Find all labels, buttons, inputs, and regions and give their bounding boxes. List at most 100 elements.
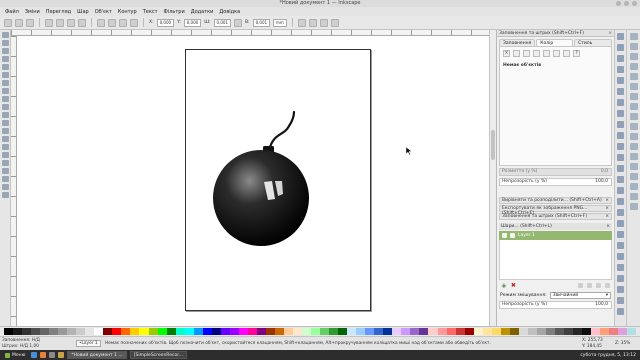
color-swatch[interactable] [527,328,537,335]
tab-stroke-paint[interactable]: Колір штриха [536,39,574,51]
fill-stroke-indicator[interactable]: Заповнення: Н/Д Штрих: Н/Д 1,00 [2,338,40,350]
select-all-layers-icon[interactable] [15,18,23,27]
color-swatch[interactable] [618,328,628,335]
save-icon[interactable] [617,55,624,62]
box3d-tool-icon[interactable] [1,80,9,86]
move-patterns-icon[interactable] [330,18,339,27]
text-tool-icon[interactable] [1,136,9,142]
layer-to-top-icon[interactable] [578,283,583,288]
color-swatch[interactable] [148,328,158,335]
align-dialog-icon[interactable] [617,286,624,293]
snap-bbox-center-icon[interactable] [629,83,638,90]
color-swatch[interactable] [13,328,23,335]
zoom-indicator[interactable]: Z: 35% [615,341,630,346]
color-swatch[interactable] [473,328,483,335]
color-swatch[interactable] [491,328,501,335]
node-tool-icon[interactable] [1,40,9,46]
snap-toggle-icon[interactable] [629,33,638,40]
lock-icon[interactable] [510,233,515,238]
star-tool-icon[interactable] [1,96,9,102]
print-icon[interactable] [617,66,624,73]
calligraphy-tool-icon[interactable] [1,128,9,134]
color-swatch[interactable] [311,328,321,335]
swatch-icon[interactable] [563,50,570,57]
zoom-tool-icon[interactable] [1,56,9,62]
color-swatch[interactable] [437,328,447,335]
x-field[interactable]: 0,000 [156,18,175,27]
start-menu-button[interactable]: Меню [2,352,28,358]
color-swatch[interactable] [4,328,14,335]
color-swatch[interactable] [347,328,357,335]
color-swatch[interactable] [500,328,510,335]
rotate-cw-icon[interactable] [56,18,64,27]
color-swatch[interactable] [609,328,619,335]
color-swatch[interactable] [58,328,68,335]
color-swatch[interactable] [166,328,176,335]
color-swatch[interactable] [247,328,257,335]
undo-icon[interactable] [617,99,624,106]
pencil-tool-icon[interactable] [1,112,9,118]
color-swatch[interactable] [293,328,303,335]
color-swatch[interactable] [220,328,230,335]
select-all-icon[interactable] [4,18,12,27]
fill-stroke-collapsed-panel[interactable]: Заповнення та штрих (Shift+Ctrl+F) × [499,213,612,220]
connector-tool-icon[interactable] [1,192,9,198]
color-swatch[interactable] [211,328,221,335]
group-icon[interactable] [617,220,624,227]
color-swatch[interactable] [356,328,366,335]
export-png-panel[interactable]: Експортувати як зображення PNG... (Shift… [499,205,612,216]
color-swatch[interactable] [419,328,429,335]
selector-tool-icon[interactable] [1,32,9,38]
bucket-tool-icon[interactable] [1,160,9,166]
color-swatch[interactable] [85,328,95,335]
unit-select[interactable]: mm [273,18,287,27]
taskbar-app-recorder[interactable]: [SimpleScreenRecor... [129,351,187,359]
pattern-icon[interactable] [553,50,560,57]
menu-text[interactable]: Текст [140,9,161,15]
rect-tool-icon[interactable] [1,72,9,78]
color-swatch[interactable] [536,328,546,335]
paste-icon[interactable] [617,143,624,150]
color-swatch[interactable] [49,328,59,335]
color-swatch[interactable] [374,328,384,335]
color-swatch[interactable] [572,328,582,335]
color-swatch[interactable] [283,328,293,335]
snap-text-baseline-icon[interactable] [629,173,638,180]
color-swatch[interactable] [401,328,411,335]
menu-edit[interactable]: Зміни [22,9,43,15]
snap-smooth-icon[interactable] [629,133,638,140]
close-icon[interactable]: × [605,214,609,219]
layer-row[interactable]: Layer 1 [499,231,612,240]
color-swatch[interactable] [554,328,564,335]
color-swatch[interactable] [40,328,50,335]
radial-gradient-icon[interactable] [533,50,540,57]
snap-cusp-icon[interactable] [629,123,638,130]
snap-nodes-icon[interactable] [629,93,638,100]
color-swatch[interactable] [455,328,465,335]
snap-bbox-icon[interactable] [629,43,638,50]
zoom-drawing-icon[interactable] [617,165,624,172]
snap-center-icon[interactable] [629,153,638,160]
menu-extensions[interactable]: Додатки [188,9,217,15]
ellipse-tool-icon[interactable] [1,88,9,94]
color-swatch[interactable] [184,328,194,335]
height-field[interactable]: 0,001 [252,18,271,27]
layer-name[interactable]: Layer 1 [518,233,535,238]
color-swatch[interactable] [256,328,266,335]
color-swatch[interactable] [509,328,519,335]
dropper-tool-icon[interactable] [1,184,9,190]
minimize-button[interactable] [616,1,621,6]
color-swatch[interactable] [591,328,601,335]
move-gradients-icon[interactable] [319,18,328,27]
no-paint-icon[interactable]: × [503,50,510,57]
unset-paint-icon[interactable]: ? [573,50,580,57]
close-icon[interactable]: × [605,206,609,211]
color-swatch[interactable] [31,328,41,335]
color-swatch[interactable] [482,328,492,335]
browser-launcher-icon[interactable] [40,352,47,358]
clock[interactable]: субота грудня, 5, 13:12 [580,353,640,358]
color-swatch[interactable] [175,328,185,335]
color-swatch[interactable] [446,328,456,335]
menu-view[interactable]: Перегляд [43,9,74,15]
lower-to-bottom-icon[interactable] [130,18,138,27]
